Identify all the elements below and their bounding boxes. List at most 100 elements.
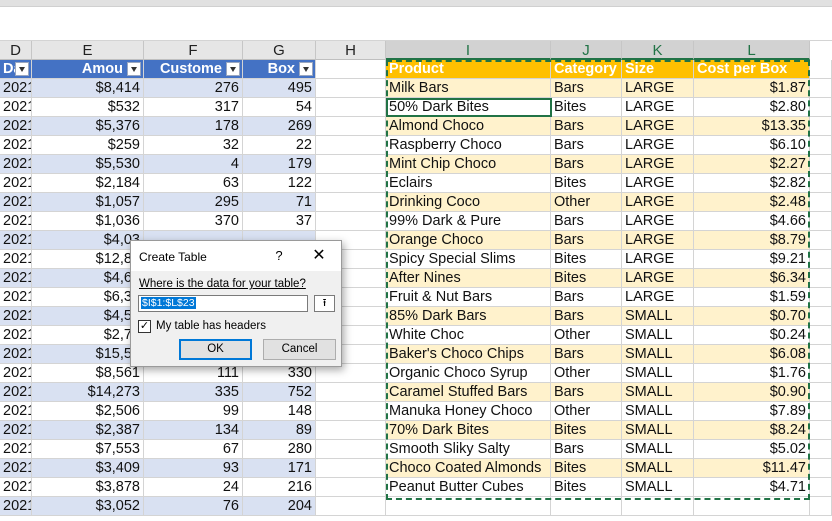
left-table-cell[interactable]: 2021 <box>0 402 32 421</box>
empty-cell[interactable] <box>810 231 832 250</box>
left-table-cell[interactable]: 2021 <box>0 155 32 174</box>
left-table-header[interactable]: Amou <box>32 60 144 79</box>
right-table-cell[interactable]: Bites <box>551 174 622 193</box>
empty-cell[interactable] <box>810 174 832 193</box>
right-table-cell[interactable]: Manuka Honey Choco <box>386 402 551 421</box>
left-table-cell[interactable]: 2021 <box>0 440 32 459</box>
left-table-cell[interactable]: 134 <box>144 421 243 440</box>
empty-cell[interactable] <box>810 136 832 155</box>
left-table-cell[interactable]: $2,506 <box>32 402 144 421</box>
left-table-cell[interactable]: 495 <box>243 79 316 98</box>
left-table-cell[interactable]: $12,89 <box>32 250 144 269</box>
left-table-cell[interactable]: 99 <box>144 402 243 421</box>
left-table-header[interactable]: Custome <box>144 60 243 79</box>
right-table-cell[interactable]: Organic Choco Syrup <box>386 364 551 383</box>
empty-cell[interactable] <box>316 459 386 478</box>
left-table-cell[interactable]: 148 <box>243 402 316 421</box>
empty-cell[interactable] <box>694 497 810 516</box>
right-table-cell[interactable]: $0.70 <box>694 307 810 326</box>
right-table-cell[interactable]: SMALL <box>622 345 694 364</box>
right-table-cell[interactable]: $1.87 <box>694 79 810 98</box>
empty-cell[interactable] <box>810 288 832 307</box>
left-table-cell[interactable]: 216 <box>243 478 316 497</box>
filter-dropdown-icon[interactable] <box>299 62 313 76</box>
right-table-cell[interactable]: $11.47 <box>694 459 810 478</box>
right-table-cell[interactable]: Other <box>551 364 622 383</box>
left-table-cell[interactable]: 4 <box>144 155 243 174</box>
right-table-header[interactable]: Size <box>622 60 694 79</box>
column-header-l[interactable]: L <box>694 41 810 60</box>
right-table-cell[interactable]: SMALL <box>622 326 694 345</box>
left-table-cell[interactable]: 2021 <box>0 212 32 231</box>
left-table-cell[interactable]: 2021 <box>0 421 32 440</box>
left-table-cell[interactable]: 63 <box>144 174 243 193</box>
left-table-cell[interactable]: 171 <box>243 459 316 478</box>
right-table-cell[interactable]: 70% Dark Bites <box>386 421 551 440</box>
right-table-cell[interactable]: $2.48 <box>694 193 810 212</box>
right-table-cell[interactable]: Bites <box>551 250 622 269</box>
right-table-cell[interactable]: Milk Bars <box>386 79 551 98</box>
left-table-cell[interactable]: $8,414 <box>32 79 144 98</box>
left-table-cell[interactable]: 2021 <box>0 307 32 326</box>
left-table-cell[interactable]: 22 <box>243 136 316 155</box>
right-table-cell[interactable]: SMALL <box>622 459 694 478</box>
collapse-dialog-button[interactable]: ⭱ <box>314 295 335 312</box>
column-header-e[interactable]: E <box>32 41 144 60</box>
empty-cell[interactable] <box>316 98 386 117</box>
formula-bar-area[interactable] <box>0 7 832 41</box>
empty-cell[interactable] <box>316 478 386 497</box>
left-table-cell[interactable]: $4,03 <box>32 231 144 250</box>
right-table-cell[interactable]: $1.59 <box>694 288 810 307</box>
right-table-cell[interactable]: Other <box>551 193 622 212</box>
empty-cell[interactable] <box>316 136 386 155</box>
left-table-cell[interactable]: $532 <box>32 98 144 117</box>
right-table-cell[interactable]: $2.80 <box>694 98 810 117</box>
left-table-cell[interactable]: $7,553 <box>32 440 144 459</box>
right-table-cell[interactable]: SMALL <box>622 440 694 459</box>
left-table-cell[interactable]: $1,057 <box>32 193 144 212</box>
left-table-header[interactable]: Box <box>243 60 316 79</box>
left-table-cell[interactable]: 67 <box>144 440 243 459</box>
empty-cell[interactable] <box>386 497 551 516</box>
empty-cell[interactable] <box>810 459 832 478</box>
right-table-cell[interactable]: Other <box>551 402 622 421</box>
empty-cell[interactable] <box>316 440 386 459</box>
left-table-cell[interactable]: 2021 <box>0 269 32 288</box>
left-table-cell[interactable]: 2021 <box>0 326 32 345</box>
empty-cell[interactable] <box>316 60 386 79</box>
left-table-cell[interactable]: 2021 <box>0 117 32 136</box>
right-table-cell[interactable]: SMALL <box>622 421 694 440</box>
right-table-cell[interactable]: $5.02 <box>694 440 810 459</box>
left-table-cell[interactable]: 335 <box>144 383 243 402</box>
left-table-cell[interactable]: 2021 <box>0 250 32 269</box>
empty-cell[interactable] <box>810 117 832 136</box>
left-table-cell[interactable]: 2021 <box>0 497 32 516</box>
empty-cell[interactable] <box>810 440 832 459</box>
left-table-cell[interactable]: 179 <box>243 155 316 174</box>
right-table-cell[interactable]: $7.89 <box>694 402 810 421</box>
left-table-cell[interactable]: 93 <box>144 459 243 478</box>
left-table-cell[interactable]: 2021 <box>0 383 32 402</box>
right-table-cell[interactable]: $8.79 <box>694 231 810 250</box>
right-table-cell[interactable]: 99% Dark & Pure <box>386 212 551 231</box>
empty-cell[interactable] <box>810 364 832 383</box>
left-table-cell[interactable]: 2021 <box>0 174 32 193</box>
empty-cell[interactable] <box>316 193 386 212</box>
left-table-cell[interactable]: 276 <box>144 79 243 98</box>
right-table-cell[interactable]: Bites <box>551 269 622 288</box>
right-table-cell[interactable]: $9.21 <box>694 250 810 269</box>
left-table-cell[interactable]: 2021 <box>0 459 32 478</box>
right-table-cell[interactable]: Peanut Butter Cubes <box>386 478 551 497</box>
empty-cell[interactable] <box>316 79 386 98</box>
left-table-cell[interactable]: $3,409 <box>32 459 144 478</box>
right-table-cell[interactable]: Bars <box>551 212 622 231</box>
right-table-cell[interactable]: LARGE <box>622 98 694 117</box>
left-table-header[interactable]: Da <box>0 60 32 79</box>
right-table-cell[interactable]: Bars <box>551 117 622 136</box>
left-table-cell[interactable]: $5,376 <box>32 117 144 136</box>
left-table-cell[interactable]: 280 <box>243 440 316 459</box>
left-table-cell[interactable]: 204 <box>243 497 316 516</box>
right-table-cell[interactable]: Bars <box>551 155 622 174</box>
right-table-cell[interactable]: LARGE <box>622 231 694 250</box>
left-table-cell[interactable]: $2,75 <box>32 326 144 345</box>
